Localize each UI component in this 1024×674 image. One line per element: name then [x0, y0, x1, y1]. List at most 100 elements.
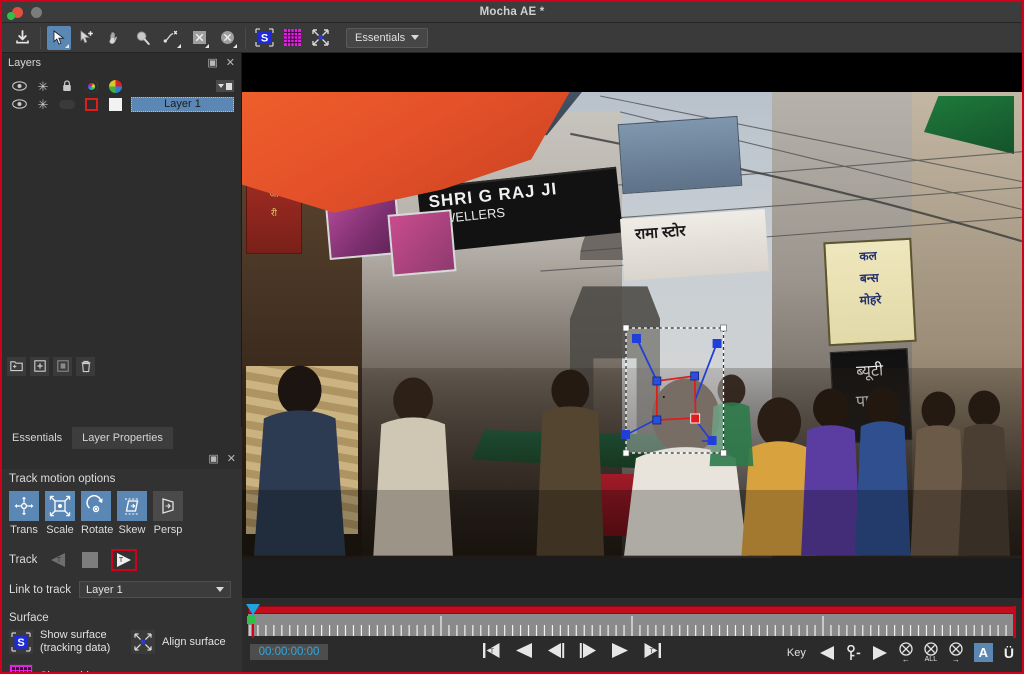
eye-icon	[7, 81, 31, 91]
chevron-down-icon	[216, 587, 224, 592]
surface-title: Surface	[9, 612, 49, 624]
tracking-spline-overlay[interactable]	[242, 92, 1022, 558]
workspace-selector[interactable]: Essentials	[346, 27, 429, 48]
ruler-ticks	[249, 616, 1015, 636]
float-panel-icon[interactable]: ▣	[207, 57, 217, 69]
color-ring-icon	[79, 79, 103, 93]
save-export-icon[interactable]	[10, 26, 34, 50]
link-to-track-select[interactable]: Layer 1	[79, 581, 231, 598]
svg-text:T: T	[650, 648, 654, 655]
show-surface-label-line1: Show surface	[40, 629, 107, 641]
key-label: Key	[786, 646, 806, 659]
add-layer-icon[interactable]	[30, 356, 49, 376]
float-panel-icon[interactable]: ▣	[208, 453, 218, 465]
select-tool-icon[interactable]	[47, 25, 71, 50]
timecode-display[interactable]: 00:00:00:00	[250, 644, 328, 660]
delete-all-keyframes-button[interactable]: ALL	[924, 642, 938, 663]
track-motion-skew[interactable]: Skew	[117, 491, 147, 536]
track-motion-persp[interactable]: Persp	[153, 491, 183, 536]
step-forward-icon[interactable]	[579, 642, 597, 659]
toolbar-divider	[40, 26, 41, 49]
next-keyframe-button[interactable]	[872, 645, 888, 661]
layer-lock-toggle[interactable]	[55, 99, 79, 109]
track-motion-rotate-label: Rotate	[81, 524, 114, 536]
layer-visibility-toggle[interactable]	[7, 99, 31, 109]
skip-to-end-icon[interactable]: T	[643, 642, 662, 659]
show-grid-icon[interactable]	[280, 26, 304, 50]
layers-panel-title: Layers	[8, 57, 42, 69]
delete-keyframe-right-button[interactable]: →	[949, 642, 963, 664]
auto-key-button[interactable]: A	[973, 643, 993, 662]
show-surface-toggle[interactable]: S Show surface (tracking data)	[9, 629, 131, 655]
align-surface-icon[interactable]	[308, 26, 332, 50]
window-controls[interactable]	[2, 6, 42, 20]
grid-icon	[9, 664, 33, 672]
timeline-ruler[interactable]	[248, 614, 1016, 636]
table-row[interactable]: ✳ Layer 1	[2, 95, 241, 113]
step-backward-icon[interactable]	[547, 642, 565, 659]
toolbar-divider-2	[245, 26, 246, 49]
layer-menu-icon[interactable]	[216, 80, 234, 92]
close-panel-icon[interactable]: ✕	[226, 57, 235, 69]
add-point-tool-icon[interactable]	[75, 26, 99, 50]
tab-layer-properties[interactable]: Layer Properties	[72, 427, 173, 449]
playhead-red-marker	[252, 624, 254, 638]
track-motion-trans[interactable]: Trans	[9, 491, 39, 536]
show-grid-label: Show grid	[40, 670, 89, 673]
layer-settings-icon[interactable]: ✳	[31, 98, 55, 111]
out-point-marker[interactable]	[1013, 606, 1016, 638]
xspline-tool-icon[interactable]	[159, 26, 183, 50]
track-motion-scale[interactable]: Scale	[45, 491, 75, 536]
u-umlaut-icon[interactable]: Ü	[1004, 645, 1014, 661]
color-pie-icon	[103, 79, 127, 93]
show-grid-toggle[interactable]: Show grid	[9, 664, 89, 673]
track-motion-rotate[interactable]: Rotate	[81, 491, 114, 536]
tab-essentials[interactable]: Essentials	[2, 427, 72, 449]
in-point-marker[interactable]	[247, 616, 255, 624]
new-group-icon[interactable]	[7, 356, 26, 376]
video-frame: SHRI G RAJ JI EWELLERS रामा स्टोर जी री …	[242, 92, 1022, 558]
stop-square-icon[interactable]	[79, 550, 101, 570]
clip-range-bar[interactable]	[248, 606, 1016, 614]
link-to-track-row: Link to track Layer 1	[2, 581, 242, 598]
xspline-rect-tool-icon[interactable]	[187, 26, 211, 50]
spline-center-dot	[662, 396, 665, 398]
play-reverse-icon[interactable]	[515, 642, 533, 659]
play-icon[interactable]	[611, 642, 629, 659]
minimize-window-button[interactable]	[31, 6, 42, 18]
add-keyframe-button[interactable]	[846, 644, 861, 661]
zoom-window-button[interactable]	[7, 12, 15, 20]
delete-layer-icon[interactable]	[76, 356, 95, 376]
xspline-ellipse-tool-icon[interactable]	[215, 26, 239, 50]
window-title: Mocha AE *	[479, 6, 545, 18]
viewer-canvas[interactable]: SHRI G RAJ JI EWELLERS रामा स्टोर जी री …	[242, 53, 1022, 598]
surface-row-2: Show grid	[9, 664, 242, 673]
selected-control-point[interactable]	[690, 413, 701, 424]
close-panel-icon[interactable]: ✕	[227, 453, 236, 465]
layer-fill-color-swatch[interactable]	[103, 97, 127, 111]
duplicate-layer-icon[interactable]	[53, 356, 72, 376]
prev-keyframe-button[interactable]	[819, 645, 835, 661]
skip-to-start-icon[interactable]: T	[482, 642, 501, 659]
align-surface-toggle[interactable]: Align surface	[131, 630, 226, 654]
track-controls: Track T T	[2, 549, 242, 571]
track-backward-icon[interactable]: T	[47, 550, 69, 570]
svg-text:S: S	[260, 33, 267, 45]
show-surface-icon[interactable]: S	[252, 26, 276, 50]
pan-tool-icon[interactable]	[103, 26, 127, 50]
layer-name-label[interactable]: Layer 1	[131, 96, 234, 112]
timeline-strip[interactable]	[242, 604, 1022, 638]
zoom-tool-icon[interactable]	[131, 26, 155, 50]
track-forward-icon[interactable]: T	[111, 549, 138, 571]
layers-column-header: ✳	[2, 77, 241, 95]
keyframe-controls: Key ← ALL → A Ü	[786, 642, 1014, 664]
layer-toolbar	[2, 353, 242, 379]
layer-outline-color-swatch[interactable]	[79, 97, 103, 111]
surface-section: Surface S Show surface (tracking data) A…	[2, 612, 242, 673]
svg-text:T: T	[57, 557, 62, 564]
scale-icon	[45, 491, 75, 521]
gear-icon: ✳	[37, 78, 49, 94]
chevron-down-icon	[411, 35, 420, 40]
delete-keyframe-left-button[interactable]: ←	[899, 642, 913, 664]
left-panel: Layers ▣ ✕ ✳ ✳ Layer 1 Essentials Layer …	[2, 53, 242, 672]
